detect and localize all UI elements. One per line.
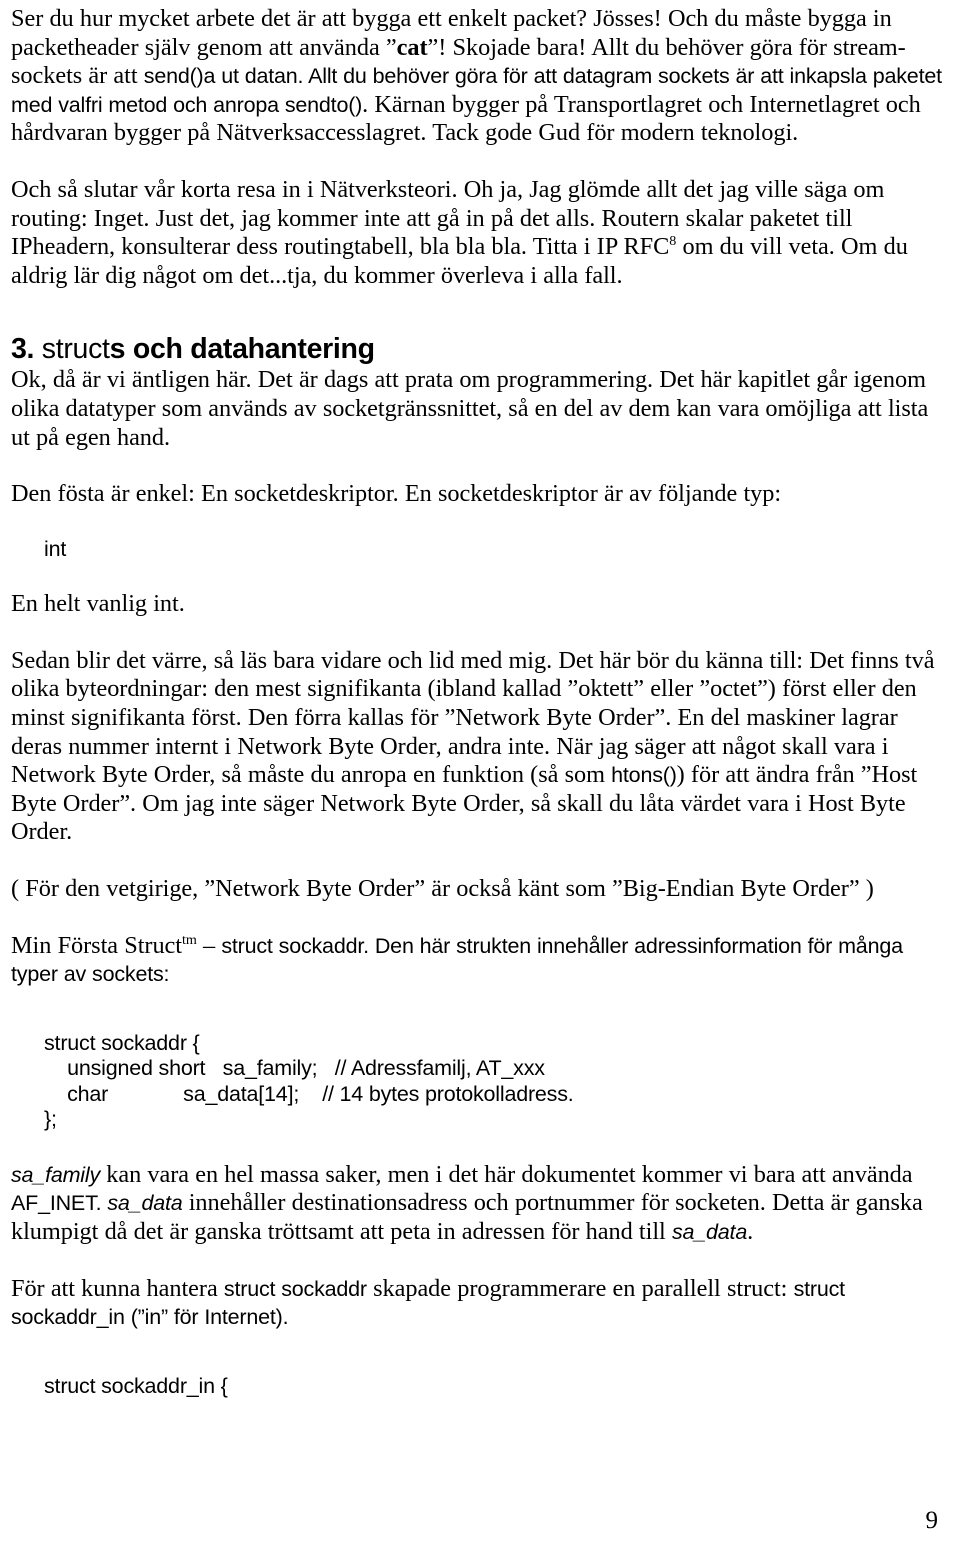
- paragraph-section-2: Den fösta är enkel: En socketdeskriptor.…: [11, 480, 782, 508]
- vertical-spacer: [11, 904, 948, 932]
- vertical-spacer: [11, 452, 948, 480]
- text-run: –: [196, 931, 222, 959]
- code-block-struct-sockaddr: struct sockaddr { unsigned short sa_fami…: [44, 1030, 574, 1132]
- text-run: .: [95, 1191, 108, 1216]
- code-term-sendto: sendto(): [284, 92, 363, 117]
- code-term-sa-data-2: sa_data: [671, 1219, 748, 1244]
- code-term-send: send(): [143, 64, 204, 89]
- text-run: kan vara en hel massa saker, men i det h…: [100, 1160, 913, 1188]
- paragraph-section-6: Min Första Structtm – struct sockaddr. D…: [11, 932, 948, 989]
- code-block-int: int: [44, 536, 67, 561]
- paragraph-section-5: ( För den vetgirige, ”Network Byte Order…: [11, 874, 874, 902]
- text-run: För att kunna hantera: [11, 1274, 224, 1302]
- paragraph-intro-2: Och så slutar vår korta resa in i Nätver…: [11, 176, 948, 290]
- paragraph-intro-1: Ser du hur mycket arbete det är att bygg…: [11, 5, 948, 148]
- trademark-superscript: tm: [181, 931, 197, 948]
- vertical-spacer: [11, 148, 948, 176]
- code-term-struct-sockaddr-2: struct sockaddr: [223, 1276, 367, 1301]
- heading-rest: s och datahantering: [109, 333, 375, 366]
- paragraph-section-7: sa_family kan vara en hel massa saker, m…: [11, 1161, 948, 1247]
- vertical-spacer: [11, 1133, 948, 1161]
- text-run: .: [747, 1217, 754, 1245]
- heading-number: 3.: [11, 333, 35, 366]
- vertical-spacer: [11, 1332, 948, 1374]
- vertical-spacer: [11, 290, 948, 332]
- vertical-spacer: [11, 619, 948, 647]
- paragraph-section-4: Sedan blir det värre, så läs bara vidare…: [11, 647, 948, 847]
- vertical-spacer: [11, 509, 948, 537]
- vertical-spacer: [11, 562, 948, 590]
- paragraph-section-3: En helt vanlig int.: [11, 590, 185, 618]
- section-heading-3: 3. structs och datahantering: [11, 332, 948, 366]
- paragraph-section-1: Ok, då är vi äntligen här. Det är dags a…: [11, 366, 929, 451]
- paragraph-section-8: För att kunna hantera struct sockaddr sk…: [11, 1275, 948, 1332]
- code-term-sa-family: sa_family: [11, 1162, 101, 1187]
- text-run: Min Första Struct: [11, 931, 182, 959]
- heading-code-term: struct: [34, 333, 110, 366]
- text-run: skapade programmerare en parallell struc…: [366, 1274, 794, 1302]
- text-run: (”in” för Internet).: [124, 1305, 289, 1330]
- code-term-struct-sockaddr: struct sockaddr: [221, 933, 364, 958]
- code-term-sa-data: sa_data: [107, 1191, 183, 1216]
- page-number: 9: [925, 1507, 939, 1534]
- code-term-af-inet: AF_INET: [11, 1191, 96, 1216]
- code-term-htons: htons(): [611, 763, 677, 788]
- vertical-spacer: [11, 1247, 948, 1275]
- code-term-cat: cat: [396, 33, 428, 61]
- vertical-spacer: [11, 847, 948, 875]
- document-page: Ser du hur mycket arbete det är att bygg…: [0, 0, 960, 1543]
- vertical-spacer: [11, 989, 948, 1031]
- code-block-struct-sockaddr-in: struct sockaddr_in {: [44, 1373, 228, 1398]
